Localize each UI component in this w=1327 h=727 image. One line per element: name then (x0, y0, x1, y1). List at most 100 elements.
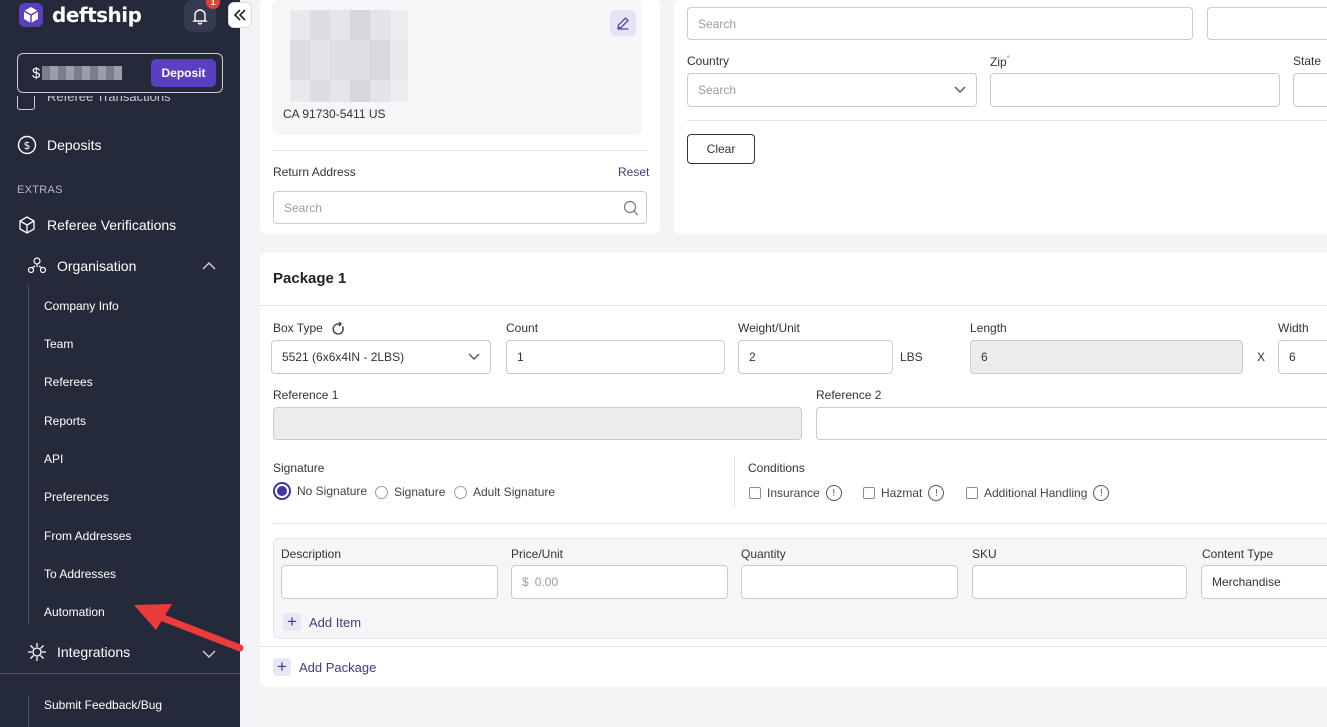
chevron-up-icon[interactable] (202, 258, 216, 274)
width-label: Width (1278, 321, 1309, 335)
price-header: Price/Unit (511, 547, 564, 561)
sidebar-item-preferences[interactable]: Preferences (44, 490, 109, 504)
logo[interactable]: deftship (18, 2, 142, 28)
quantity-header: Quantity (741, 547, 786, 561)
info-icon[interactable]: ! (1093, 485, 1110, 501)
search-input[interactable]: Search (687, 7, 1193, 40)
sidebar-item-organisation[interactable]: Organisation (27, 256, 136, 276)
price-input[interactable]: $0.00 (511, 565, 728, 599)
search-icon (623, 200, 639, 216)
radio-no-signature[interactable]: No Signature (273, 482, 367, 500)
sidebar-divider (0, 673, 240, 674)
deftship-logo-icon (19, 3, 43, 27)
pencil-icon (617, 17, 629, 30)
sidebar-item-team[interactable]: Team (44, 337, 73, 351)
radio-adult-signature[interactable]: Adult Signature (454, 485, 555, 499)
double-chevron-left-icon (233, 9, 246, 21)
zip-input[interactable] (990, 73, 1280, 107)
sidebar-item-reports[interactable]: Reports (44, 414, 86, 428)
organisation-icon (27, 257, 47, 274)
balance-amount-redacted (42, 66, 123, 80)
weight-label: Weight/Unit (738, 321, 800, 335)
package-card: Package 1 Box Type 5521 (6x6x4IN - 2LBS)… (260, 253, 1327, 687)
zip-label: Zip* (990, 54, 1010, 69)
country-label: Country (687, 54, 730, 68)
sku-input[interactable] (972, 565, 1187, 599)
deposit-button[interactable]: Deposit (151, 59, 216, 87)
reference-2-label: Reference 2 (816, 388, 882, 402)
sidebar-item-deposits[interactable]: $ Deposits (17, 135, 101, 155)
sidebar-item-submit-feedback[interactable]: Submit Feedback/Bug (44, 698, 162, 712)
filter-card: Search Country Search Zip* State Clear (674, 0, 1327, 234)
box-type-select[interactable]: 5521 (6x6x4IN - 2LBS) (271, 340, 491, 374)
return-address-label: Return Address (273, 165, 356, 179)
submenu-line (28, 695, 29, 727)
state-label: State (1293, 54, 1322, 68)
weight-input[interactable]: 2 (738, 340, 893, 374)
country-select[interactable]: Search (687, 73, 977, 107)
reference-1-input[interactable] (273, 407, 802, 440)
dimension-separator: X (1257, 350, 1266, 364)
sidebar-item-from-addresses[interactable]: From Addresses (44, 529, 131, 543)
signature-label: Signature (273, 461, 325, 475)
add-package-button[interactable]: + Add Package (273, 657, 376, 676)
content-type-select[interactable]: Merchandise (1201, 565, 1327, 599)
length-label: Length (970, 321, 1007, 335)
app-name: deftship (52, 3, 142, 27)
chevron-down-icon (468, 353, 480, 360)
reference-1-label: Reference 1 (273, 388, 339, 402)
sidebar-item-automation[interactable]: Automation (44, 605, 105, 619)
sku-header: SKU (972, 547, 997, 561)
sidebar-item-referee-transactions[interactable]: Referee Transactions (17, 96, 223, 112)
svg-text:$: $ (24, 139, 31, 152)
clear-button[interactable]: Clear (687, 134, 755, 164)
count-input[interactable]: 1 (506, 340, 725, 374)
collapse-sidebar-button[interactable] (228, 2, 252, 28)
add-item-button[interactable]: + Add Item (283, 612, 361, 631)
count-label: Count (506, 321, 539, 335)
reference-2-input[interactable] (816, 407, 1327, 440)
sidebar-item-company-info[interactable]: Company Info (44, 299, 119, 313)
checkbox-additional-handling[interactable]: Additional Handling! (966, 485, 1110, 501)
sidebar-item-api[interactable]: API (44, 452, 63, 466)
cube-icon (19, 216, 35, 234)
description-header: Description (281, 547, 342, 561)
content-type-header: Content Type (1202, 547, 1274, 561)
submenu-line (28, 285, 29, 625)
address-line: CA 91730-5411 US (283, 107, 386, 121)
package-title: Package 1 (273, 270, 347, 287)
box-type-label: Box Type (273, 321, 345, 336)
weight-unit: LBS (900, 350, 923, 364)
dollar-circle-icon: $ (17, 135, 37, 155)
secondary-input[interactable] (1207, 7, 1327, 40)
notification-badge: 1 (206, 0, 220, 9)
return-address-search-input[interactable]: Search (273, 191, 647, 224)
sidebar-item-referee-verifications[interactable]: Referee Verifications (17, 215, 176, 235)
address-card: CA 91730-5411 US Return Address Reset Se… (260, 0, 660, 234)
description-input[interactable] (281, 565, 498, 599)
edit-address-button[interactable] (610, 10, 636, 36)
sidebar-item-integrations[interactable]: Integrations (27, 642, 130, 662)
width-input[interactable]: 6 (1278, 340, 1327, 374)
bell-icon (192, 9, 208, 25)
conditions-label: Conditions (748, 461, 805, 475)
sidebar-item-to-addresses[interactable]: To Addresses (44, 567, 116, 581)
reset-link[interactable]: Reset (618, 165, 649, 179)
checkbox-insurance[interactable]: Insurance! (749, 485, 842, 501)
sidebar-item-referees[interactable]: Referees (44, 375, 93, 389)
section-label-extras: EXTRAS (17, 184, 63, 196)
quantity-input[interactable] (741, 565, 958, 599)
length-input[interactable]: 6 (970, 340, 1243, 374)
chevron-down-icon (954, 86, 966, 93)
plus-icon: + (273, 657, 291, 676)
integrations-icon (28, 643, 46, 661)
info-icon[interactable]: ! (928, 485, 945, 501)
transactions-icon (17, 96, 35, 110)
balance-box: $ Deposit (17, 53, 223, 93)
refresh-icon[interactable] (331, 321, 345, 336)
state-input[interactable] (1293, 73, 1327, 107)
radio-signature[interactable]: Signature (375, 485, 445, 499)
info-icon[interactable]: ! (825, 485, 842, 501)
checkbox-hazmat[interactable]: Hazmat! (863, 485, 945, 501)
notifications-button[interactable]: 1 (184, 0, 220, 32)
